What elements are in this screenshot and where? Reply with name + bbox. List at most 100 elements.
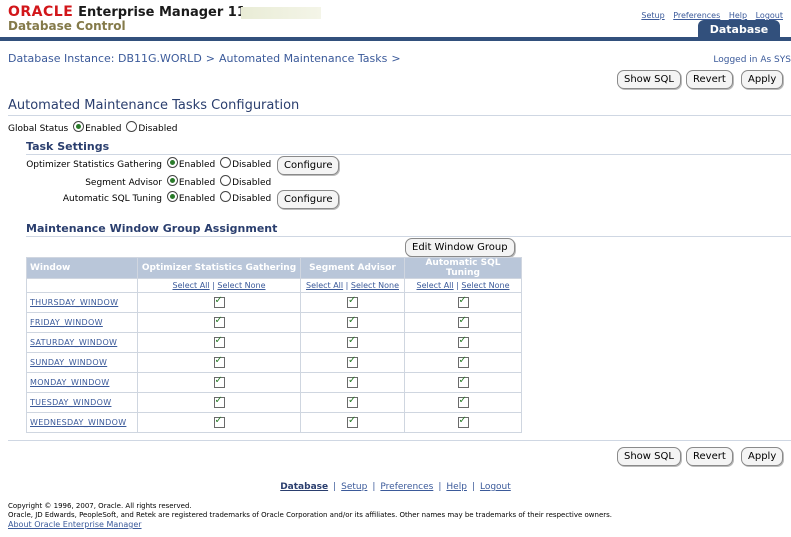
apply-button[interactable]: Apply	[741, 70, 784, 89]
breadcrumb-maintenance-tasks[interactable]: Automated Maintenance Tasks	[219, 52, 387, 65]
window-link[interactable]: MONDAY_WINDOW	[26, 372, 138, 393]
checkbox-segment[interactable]	[347, 355, 358, 368]
checkbox-segment[interactable]	[347, 375, 358, 388]
task-row-segment-advisor: Segment Advisor Enabled Disabled	[26, 175, 271, 191]
checkbox-segment[interactable]	[347, 395, 358, 408]
enabled-label: Enabled	[178, 178, 216, 188]
table-header-row: Window Optimizer Statistics Gathering Se…	[26, 257, 522, 279]
table-row: WEDNESDAY_WINDOW	[26, 412, 522, 433]
trademark-text: Oracle, JD Edwards, PeopleSoft, and Rete…	[8, 511, 613, 519]
checkbox-segment[interactable]	[347, 295, 358, 308]
select-all-optimizer[interactable]: Select All	[172, 281, 209, 290]
window-link[interactable]: WEDNESDAY_WINDOW	[26, 412, 138, 433]
checkbox-sql-tuning[interactable]	[457, 315, 469, 328]
segment-disabled-radio[interactable]	[220, 175, 232, 186]
breadcrumb-separator: >	[205, 52, 216, 65]
select-all-sql-tuning[interactable]: Select All	[416, 281, 453, 290]
global-status-label: Global Status	[8, 124, 69, 134]
table-row: FRIDAY_WINDOW	[26, 312, 522, 333]
table-row: SUNDAY_WINDOW	[26, 352, 522, 373]
table-cell	[137, 412, 301, 433]
window-link[interactable]: SUNDAY_WINDOW	[26, 352, 138, 373]
help-link[interactable]: Help	[729, 11, 747, 20]
segment-enabled-radio[interactable]	[166, 175, 178, 186]
revert-button-bottom[interactable]: Revert	[686, 447, 733, 466]
column-header-sql-tuning: Automatic SQL Tuning	[404, 257, 522, 279]
footer-logout-link[interactable]: Logout	[480, 482, 511, 492]
column-header-segment-advisor: Segment Advisor	[300, 257, 405, 279]
table-cell	[300, 332, 405, 353]
footer-help-link[interactable]: Help	[446, 482, 467, 492]
checkbox-sql-tuning[interactable]	[457, 375, 469, 388]
table-cell	[137, 392, 301, 413]
show-sql-button[interactable]: Show SQL	[617, 70, 681, 89]
preferences-link[interactable]: Preferences	[673, 11, 720, 20]
task-label: Automatic SQL Tuning	[62, 194, 162, 204]
optimizer-disabled-radio[interactable]	[220, 157, 232, 168]
checkbox-segment[interactable]	[347, 415, 358, 428]
checkbox-optimizer[interactable]	[213, 395, 225, 408]
task-settings-underline	[26, 154, 791, 155]
about-link[interactable]: About Oracle Enterprise Manager	[8, 520, 612, 529]
table-row: MONDAY_WINDOW	[26, 372, 522, 393]
window-link[interactable]: TUESDAY_WINDOW	[26, 392, 138, 413]
footer-database-link[interactable]: Database	[280, 482, 328, 492]
bottom-divider	[8, 440, 791, 441]
setup-link[interactable]: Setup	[641, 11, 664, 20]
table-row: THURSDAY_WINDOW	[26, 292, 522, 313]
window-link[interactable]: THURSDAY_WINDOW	[26, 292, 138, 313]
logout-link[interactable]: Logout	[756, 11, 783, 20]
checkbox-segment[interactable]	[347, 315, 358, 328]
task-label: Optimizer Statistics Gathering	[26, 160, 162, 170]
configure-sql-tuning-button[interactable]: Configure	[277, 190, 340, 209]
table-cell	[137, 352, 301, 373]
checkbox-sql-tuning[interactable]	[457, 335, 469, 348]
disabled-label: Disabled	[232, 178, 272, 188]
checkbox-segment[interactable]	[347, 335, 358, 348]
table-cell	[137, 292, 301, 313]
show-sql-button-bottom[interactable]: Show SQL	[617, 447, 681, 466]
window-link[interactable]: FRIDAY_WINDOW	[26, 312, 138, 333]
table-cell	[404, 392, 522, 413]
global-status-enabled-radio[interactable]	[73, 121, 85, 132]
table-cell	[26, 278, 138, 293]
table-cell	[300, 412, 405, 433]
table-cell	[404, 352, 522, 373]
table-cell	[300, 292, 405, 313]
edit-window-group-button[interactable]: Edit Window Group	[405, 238, 515, 257]
footer-separator: |	[471, 482, 475, 492]
select-none-optimizer[interactable]: Select None	[217, 281, 265, 290]
checkbox-optimizer[interactable]	[213, 295, 225, 308]
footer-setup-link[interactable]: Setup	[341, 482, 367, 492]
checkbox-sql-tuning[interactable]	[457, 295, 469, 308]
checkbox-optimizer[interactable]	[213, 375, 225, 388]
checkbox-sql-tuning[interactable]	[457, 395, 469, 408]
task-settings-heading: Task Settings	[26, 140, 110, 153]
breadcrumb-database-instance[interactable]: Database Instance: DB11G.WORLD	[8, 52, 202, 65]
optimizer-enabled-radio[interactable]	[166, 157, 178, 168]
checkbox-optimizer[interactable]	[213, 415, 225, 428]
sqltuning-disabled-radio[interactable]	[220, 191, 232, 202]
checkbox-optimizer[interactable]	[213, 315, 225, 328]
configure-optimizer-button[interactable]: Configure	[277, 156, 340, 175]
window-group-heading: Maintenance Window Group Assignment	[26, 222, 278, 235]
table-cell	[137, 312, 301, 333]
select-none-segment[interactable]: Select None	[351, 281, 399, 290]
global-status-disabled-radio[interactable]	[126, 121, 138, 132]
window-link[interactable]: SATURDAY_WINDOW	[26, 332, 138, 353]
checkbox-optimizer[interactable]	[213, 355, 225, 368]
select-all-segment[interactable]: Select All	[306, 281, 343, 290]
checkbox-sql-tuning[interactable]	[457, 355, 469, 368]
footer-preferences-link[interactable]: Preferences	[380, 482, 433, 492]
select-none-sql-tuning[interactable]: Select None	[461, 281, 509, 290]
header-divider	[0, 37, 791, 41]
apply-button-bottom[interactable]: Apply	[741, 447, 784, 466]
title-underline	[8, 115, 791, 116]
checkbox-sql-tuning[interactable]	[457, 415, 469, 428]
table-cell	[404, 292, 522, 313]
checkbox-optimizer[interactable]	[213, 335, 225, 348]
revert-button[interactable]: Revert	[686, 70, 733, 89]
global-links: Setup Preferences Help Logout	[635, 11, 783, 20]
sqltuning-enabled-radio[interactable]	[166, 191, 178, 202]
table-cell	[300, 352, 405, 373]
